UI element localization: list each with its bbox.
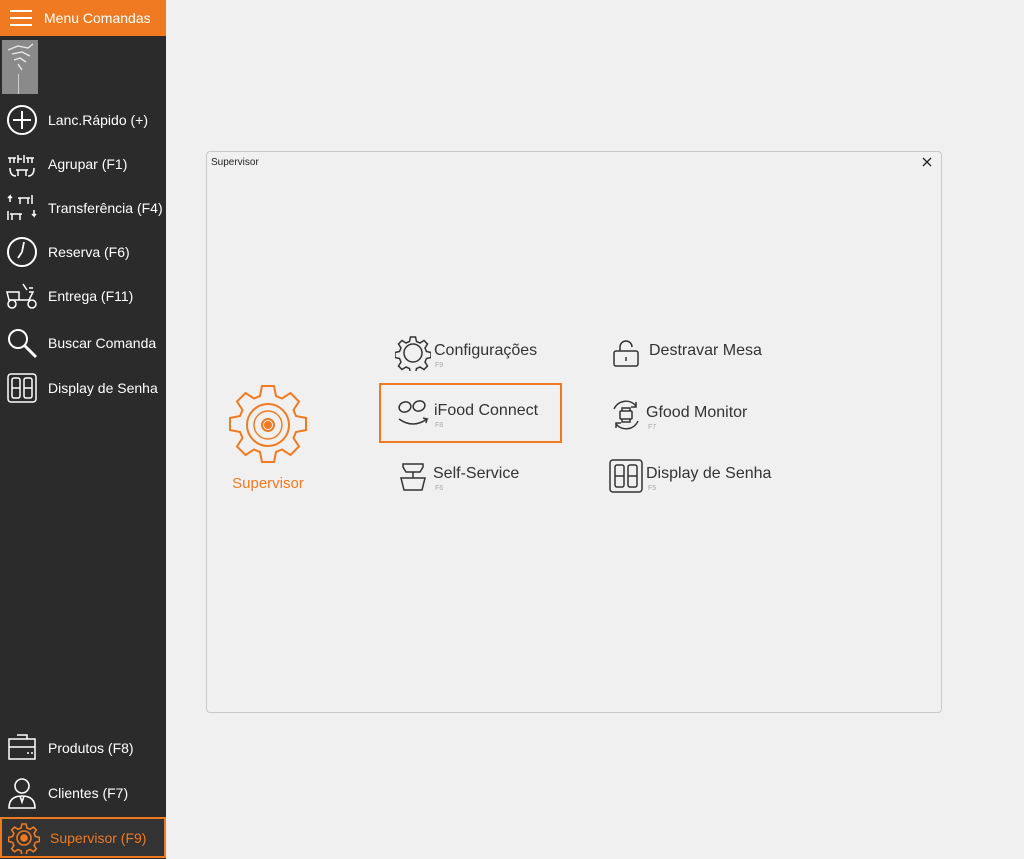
tile-label: Destravar Mesa [649,342,762,359]
logo-divider [18,74,19,94]
scale-icon [395,458,431,494]
ifood-icon [395,395,431,431]
gear-icon [395,335,431,371]
unlock-icon [608,335,644,371]
sidebar-item-buscar-comanda[interactable]: Buscar Comanda [0,321,166,365]
supervisor-dialog: Supervisor Supervisor Configurações F9 D… [206,151,942,713]
digital-display-icon [608,458,644,494]
tile-label: iFood Connect [434,402,539,419]
tile-destravar-mesa[interactable]: Destravar Mesa [592,323,792,381]
sidebar-item-entrega[interactable]: Entrega (F11) [0,274,166,318]
digital-display-icon [5,371,39,405]
tile-configuracoes[interactable]: Configurações F9 [379,323,569,381]
tile-gfood-monitor[interactable]: Gfood Monitor F7 [592,385,792,443]
transfer-tables-icon [5,191,39,225]
sidebar-item-label: Display de Senha [48,380,158,396]
tile-label: Display de Senha [646,465,772,482]
sidebar-item-reserva[interactable]: Reserva (F6) [0,230,166,274]
tile-display-senha[interactable]: Display de Senha F5 [592,446,792,504]
hamburger-menu-icon[interactable] [10,10,32,26]
sidebar-item-produtos[interactable]: Produtos (F8) [0,726,166,770]
tile-shortcut: F6 [435,485,444,492]
printer-sync-icon [608,397,644,433]
plus-circle-icon [5,103,39,137]
tile-self-service[interactable]: Self-Service F6 [379,446,569,504]
sidebar-item-label: Transferência (F4) [48,200,163,216]
sidebar-item-label: Lanc.Rápido (+) [48,112,149,128]
sidebar-item-agrupar[interactable]: Agrupar (F1) [0,142,166,186]
sidebar-item-label: Reserva (F6) [48,244,130,260]
sidebar-item-clientes[interactable]: Clientes (F7) [0,771,166,815]
tile-shortcut: F9 [435,362,444,369]
tile-shortcut: F5 [648,485,657,492]
tile-label: Configurações [434,342,538,359]
scooter-icon [5,279,39,313]
sidebar-item-supervisor[interactable]: Supervisor (F9) [0,817,166,858]
close-icon[interactable] [919,154,935,170]
magnifier-icon [5,326,39,360]
group-tables-icon [5,147,39,181]
sidebar-item-label: Agrupar (F1) [48,156,128,172]
logo [2,40,38,94]
sidebar-header[interactable]: Menu Comandas [0,0,166,36]
sidebar-item-transferencia[interactable]: Transferência (F4) [0,186,166,230]
supervisor-gear-icon [229,384,307,466]
clock-icon [5,235,39,269]
sidebar: Menu Comandas Lanc.Rápido (+) Agrupar (F… [0,0,166,859]
sidebar-item-label: Buscar Comanda [48,335,157,351]
tile-label: Self-Service [433,465,520,482]
sidebar-item-label: Supervisor (F9) [50,829,147,846]
sidebar-item-lanc-rapido[interactable]: Lanc.Rápido (+) [0,98,166,142]
tile-shortcut: F7 [648,424,657,431]
sidebar-item-display-senha[interactable]: Display de Senha [0,366,166,410]
sidebar-item-label: Clientes (F7) [48,785,129,801]
sidebar-item-label: Entrega (F11) [48,288,134,304]
sidebar-title: Menu Comandas [44,10,151,26]
tile-label: Gfood Monitor [646,404,748,421]
supervisor-heading: Supervisor [232,475,304,492]
sidebar-item-label: Produtos (F8) [48,740,134,756]
tile-shortcut: F8 [435,422,444,429]
person-icon [5,776,39,810]
products-box-icon [5,731,39,765]
dialog-title: Supervisor [211,157,259,168]
gear-icon [7,821,41,855]
tile-ifood-connect[interactable]: iFood Connect F8 [379,383,562,443]
